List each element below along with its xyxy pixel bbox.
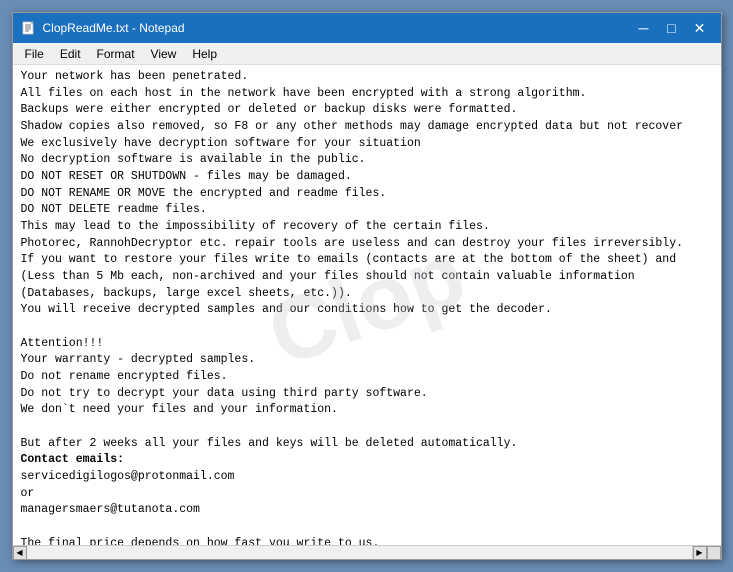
menu-bar: File Edit Format View Help [13,43,721,65]
menu-help[interactable]: Help [184,45,225,63]
window-title: ClopReadMe.txt - Notepad [43,21,185,35]
maximize-button[interactable]: □ [659,18,685,38]
text-content-area[interactable]: Clop Your network has been penetrated. A… [13,65,721,545]
scroll-corner [707,546,721,560]
notepad-text: Your network has been penetrated. All fi… [21,69,721,545]
scroll-left-button[interactable]: ◀ [13,546,27,560]
close-button[interactable]: ✕ [687,18,713,38]
scroll-right-button[interactable]: ▶ [693,546,707,560]
horizontal-scrollbar[interactable]: ◀ ▶ [13,545,721,559]
menu-format[interactable]: Format [89,45,143,63]
title-bar-left: ClopReadMe.txt - Notepad [21,20,185,36]
title-bar: ClopReadMe.txt - Notepad ─ □ ✕ [13,13,721,43]
title-bar-controls: ─ □ ✕ [631,18,713,38]
notepad-icon [21,20,37,36]
menu-view[interactable]: View [143,45,185,63]
menu-edit[interactable]: Edit [52,45,89,63]
minimize-button[interactable]: ─ [631,18,657,38]
menu-file[interactable]: File [17,45,52,63]
notepad-window: ClopReadMe.txt - Notepad ─ □ ✕ File Edit… [12,12,722,560]
scroll-track[interactable] [27,546,693,559]
